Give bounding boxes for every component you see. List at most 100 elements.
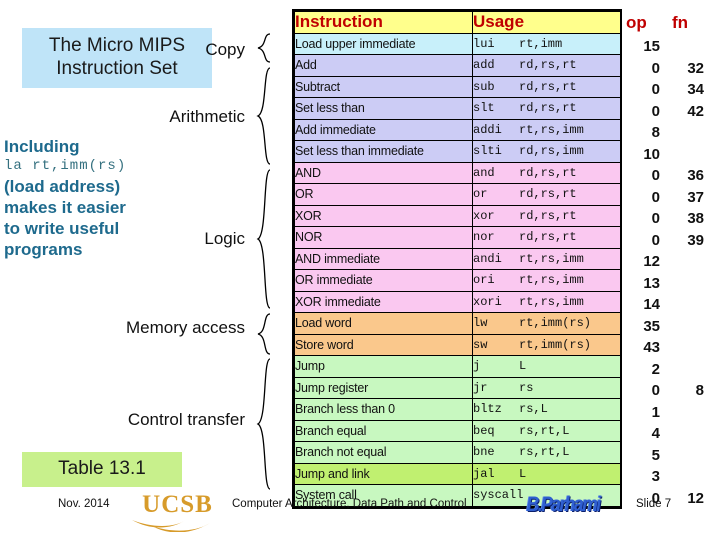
usage-mnemonic: beq — [473, 423, 495, 438]
cell-instruction: Add immediate — [294, 118, 473, 141]
cell-usage: addi rt,rs,imm — [472, 118, 621, 141]
cell-usage: ori rt,rs,imm — [472, 269, 621, 292]
cell-usage: lui rt,imm — [472, 32, 621, 55]
opfn-row: 12 — [624, 251, 720, 273]
opfn-row: 0 42 — [624, 101, 720, 123]
cell-instruction: Set less than — [294, 97, 473, 120]
table-row: Load upper immediate lui rt,imm — [294, 32, 621, 55]
cell-op: 13 — [643, 274, 660, 292]
cell-usage: xor rd,rs,rt — [472, 204, 621, 227]
note-heading: Including — [4, 137, 80, 156]
cell-instruction: NOR — [294, 226, 473, 249]
cell-op: 0 — [651, 102, 660, 120]
header-instruction: Instruction — [294, 11, 473, 34]
opfn-row: 3 — [624, 466, 720, 488]
usage-mnemonic: bltz — [473, 402, 502, 417]
cell-instruction: XOR immediate — [294, 290, 473, 313]
cell-op: 1 — [651, 403, 660, 421]
usage-operands: rd,rs,rt — [519, 208, 577, 223]
group-label-memory: Memory access — [125, 318, 245, 337]
table-row: XOR immediate xori rt,rs,imm — [294, 290, 621, 313]
usage-operands: rs,rt,L — [519, 445, 570, 460]
cell-instruction: Jump register — [294, 376, 473, 399]
usage-mnemonic: xor — [473, 208, 495, 223]
opfn-row: 13 — [624, 273, 720, 295]
cell-op: 0 — [651, 382, 660, 399]
cell-instruction: Jump — [294, 355, 473, 378]
opfn-row: 0 32 — [624, 58, 720, 80]
cell-instruction: OR — [294, 183, 473, 206]
table-row: Subtract sub rd,rs,rt — [294, 75, 621, 98]
table-body: Load upper immediate lui rt,imm Add add rd,rs… — [294, 32, 621, 507]
opfn-row: 35 — [624, 316, 720, 338]
title-line-2: Instruction Set — [56, 58, 178, 79]
usage-mnemonic: ori — [473, 273, 495, 288]
opfn-row: 1 — [624, 402, 720, 424]
cell-usage: xori rt,rs,imm — [472, 290, 621, 313]
group-label-control: Control transfer — [127, 410, 245, 429]
opfn-row: 43 — [624, 337, 720, 359]
usage-mnemonic: j — [473, 359, 481, 374]
opfn-row: 2 — [624, 359, 720, 381]
usage-mnemonic: bne — [473, 445, 495, 460]
table-row: XOR xor rd,rs,rt — [294, 204, 621, 227]
usage-operands: rs — [519, 380, 534, 395]
cell-op: 8 — [651, 124, 660, 141]
opfn-row: 0 38 — [624, 208, 720, 230]
cell-usage: jr rs — [472, 376, 621, 399]
cell-op: 10 — [643, 145, 660, 163]
cell-instruction: XOR — [294, 204, 473, 227]
table-row: Set less than slt rd,rs,rt — [294, 97, 621, 120]
cell-usage: beq rs,rt,L — [472, 419, 621, 442]
usage-operands: rt,rs,imm — [519, 251, 584, 266]
opfn-row: 4 — [624, 423, 720, 445]
usage-mnemonic: addi — [473, 122, 502, 137]
cell-usage: sw rt,imm(rs) — [472, 333, 621, 356]
cell-usage: andi rt,rs,imm — [472, 247, 621, 270]
cell-fn: 37 — [687, 188, 704, 206]
usage-operands: rt,imm — [519, 36, 563, 51]
cell-usage: or rd,rs,rt — [472, 183, 621, 206]
opfn-row: 14 — [624, 294, 720, 316]
cell-op: 3 — [651, 468, 660, 485]
cell-instruction: Branch not equal — [294, 441, 473, 464]
opfn-row: 10 — [624, 144, 720, 166]
cell-usage: nor rd,rs,rt — [472, 226, 621, 249]
usage-mnemonic: slti — [473, 144, 502, 159]
cell-instruction: Load word — [294, 312, 473, 335]
usage-operands: rt,imm(rs) — [519, 316, 592, 331]
cell-instruction: Store word — [294, 333, 473, 356]
table-caption: Table 13.1 — [22, 452, 182, 487]
usage-mnemonic: add — [473, 58, 495, 73]
table-row: AND immediate andi rt,rs,imm — [294, 247, 621, 270]
cell-instruction: Load upper immediate — [294, 32, 473, 55]
group-label-copy: Copy — [205, 40, 245, 59]
cell-usage: bne rs,rt,L — [472, 441, 621, 464]
cell-op: 0 — [651, 167, 660, 184]
cell-instruction: AND immediate — [294, 247, 473, 270]
usage-operands: L — [519, 359, 527, 374]
usage-operands: rt,rs,imm — [519, 273, 584, 288]
slide: The Micro MIPS Instruction Set Including… — [0, 0, 720, 540]
opfn-column: op fn 15 0 32 0 34 0 42 8 10 0 36 0 37 0 38 0 39 12 13 14 35 4… — [624, 9, 720, 509]
table-row: Add immediate addi rt,rs,imm — [294, 118, 621, 141]
usage-operands: rd,rs,rt — [519, 58, 577, 73]
cell-op: 4 — [651, 425, 660, 442]
usage-mnemonic: xori — [473, 294, 502, 309]
ucsb-logo: UCSB — [120, 492, 235, 536]
cell-instruction: Branch less than 0 — [294, 398, 473, 421]
group-label-arithmetic: Arithmetic — [169, 107, 245, 126]
usage-operands: rt,imm(rs) — [519, 337, 592, 352]
table-row: Branch less than 0 bltz rs,L — [294, 398, 621, 421]
table-row: NOR nor rd,rs,rt — [294, 226, 621, 249]
opfn-row: 0 37 — [624, 187, 720, 209]
cell-op: 0 — [651, 210, 660, 227]
cell-usage: add rd,rs,rt — [472, 54, 621, 77]
cell-fn: 39 — [687, 231, 704, 249]
cell-instruction: Jump and link — [294, 462, 473, 485]
usage-mnemonic: and — [473, 165, 495, 180]
footer-slide-number: Slide 7 — [636, 498, 672, 510]
opfn-header: op fn — [624, 9, 720, 36]
opfn-row: 0 36 — [624, 165, 720, 187]
usage-mnemonic: slt — [473, 101, 495, 116]
